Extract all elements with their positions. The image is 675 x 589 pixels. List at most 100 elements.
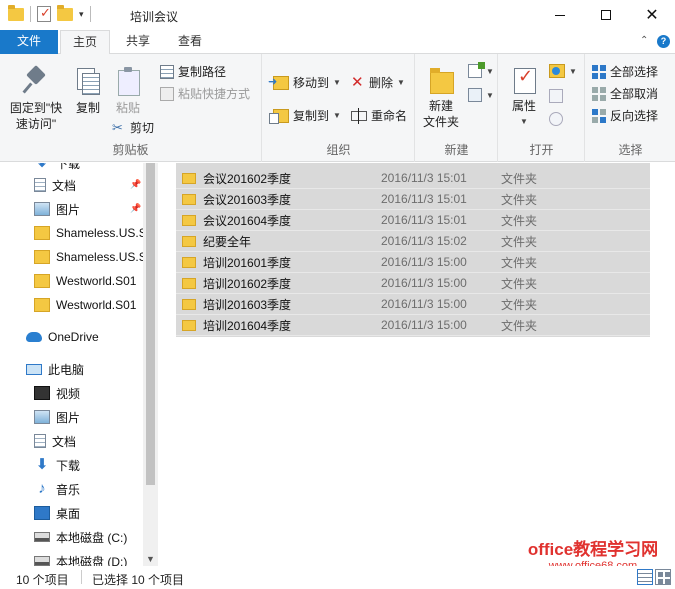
nav-item-documents[interactable]: 文档 📌	[0, 173, 143, 197]
select-none-button[interactable]: 全部取消	[592, 85, 658, 102]
ribbon-tabs: 文件 主页 共享 查看 ⌃ ?	[0, 30, 675, 55]
new-item-button[interactable]: ▼	[468, 62, 494, 78]
table-row[interactable]: 培训201603季度 2016/11/3 15:00 文件夹	[176, 294, 650, 315]
video-icon	[34, 386, 50, 400]
title-bar: ▾ 培训会议 ✕	[0, 0, 675, 30]
maximize-button[interactable]	[583, 0, 629, 30]
nav-item-pictures[interactable]: 图片 📌	[0, 197, 143, 221]
cut-label: 剪切	[130, 121, 155, 135]
history-button[interactable]	[549, 112, 563, 126]
table-row[interactable]: 培训201604季度 2016/11/3 15:00 文件夹	[176, 315, 650, 336]
view-toggle	[637, 569, 671, 585]
properties-icon	[511, 66, 537, 96]
nav-scrollbar[interactable]: ▼	[143, 163, 158, 566]
large-icons-view-icon[interactable]	[655, 569, 671, 585]
paste-label: 粘贴	[115, 101, 140, 115]
nav-item-pictures[interactable]: 图片	[0, 405, 143, 429]
nav-item-onedrive[interactable]: OneDrive	[0, 325, 143, 349]
nav-item-downloads[interactable]: ⬇ 下载	[0, 453, 143, 477]
table-row[interactable]: 会议201603季度 2016/11/3 15:01 文件夹	[176, 189, 650, 210]
window-title: 培训会议	[130, 10, 179, 24]
invert-selection-label: 反向选择	[610, 109, 659, 123]
nav-item-folder[interactable]: Shameless.US.S	[0, 221, 143, 245]
collapse-ribbon-icon[interactable]: ⌃	[640, 35, 648, 46]
chevron-down-icon[interactable]: ▾	[79, 9, 84, 20]
delete-label: 删除	[369, 76, 394, 90]
folder-icon	[34, 226, 50, 240]
details-view-icon[interactable]	[637, 569, 653, 585]
pin-quick-access-button[interactable]: 固定到"快 速访问"	[6, 66, 66, 132]
file-list: 会议201602季度 2016/11/3 15:01 文件夹 会议201603季…	[158, 163, 675, 566]
cut-button[interactable]: ✂ 剪切	[112, 119, 154, 136]
nav-item-drive-d[interactable]: 本地磁盘 (D:)	[0, 549, 143, 566]
table-row[interactable]: 会议201604季度 2016/11/3 15:01 文件夹	[176, 210, 650, 231]
nav-item-folder[interactable]: Westworld.S01	[0, 269, 143, 293]
select-all-icon	[592, 64, 606, 79]
navigation-pane: ⬇ 下载 文档 📌 图片 📌 Shameless.US.S Shameless.…	[0, 163, 158, 566]
delete-button[interactable]: ✕ 删除 ▼	[351, 74, 405, 91]
select-group-label: 选择	[618, 143, 643, 157]
divider	[81, 570, 82, 584]
paste-shortcut-button[interactable]: 粘贴快捷方式	[160, 85, 250, 102]
copy-to-button[interactable]: 复制到 ▼	[269, 107, 341, 124]
chevron-down-icon: ▼	[333, 78, 341, 87]
easy-access-button[interactable]: ▼	[468, 88, 494, 102]
tab-share[interactable]: 共享	[114, 30, 162, 54]
properties-button[interactable]: 属性 ▼	[505, 66, 543, 130]
edit-button[interactable]	[549, 89, 563, 103]
drive-icon	[34, 556, 50, 566]
paste-button[interactable]: 粘贴	[110, 66, 146, 116]
rename-button[interactable]: 重命名	[351, 107, 407, 124]
table-row[interactable]: 培训201602季度 2016/11/3 15:00 文件夹	[176, 273, 650, 294]
copy-button[interactable]: 复制	[70, 66, 106, 116]
new-folder-button[interactable]: 新建 文件夹	[420, 66, 462, 130]
folder-icon	[34, 250, 50, 264]
table-row[interactable]: 纪要全年 2016/11/3 15:02 文件夹	[176, 231, 650, 252]
new-folder-label: 新建 文件夹	[422, 99, 459, 129]
copy-label: 复制	[75, 101, 100, 115]
copy-path-button[interactable]: 复制路径	[160, 63, 226, 80]
new-folder-icon	[428, 66, 454, 94]
selected-count: 已选择 10 个项目	[92, 573, 185, 587]
nav-scrollbar-thumb[interactable]	[146, 163, 155, 485]
watermark-title: office教程学习网	[527, 540, 659, 559]
nav-item-folder[interactable]: Shameless.US.S	[0, 245, 143, 269]
chevron-down-icon[interactable]: ▼	[146, 554, 155, 564]
move-to-button[interactable]: 移动到 ▼	[268, 74, 341, 91]
tab-home[interactable]: 主页	[60, 30, 110, 55]
quick-access-toolbar: ▾	[8, 4, 91, 22]
copy-icon	[75, 66, 101, 96]
table-row[interactable]: 会议201602季度 2016/11/3 15:01 文件夹	[176, 168, 650, 189]
help-icon[interactable]: ?	[657, 35, 670, 48]
open-button[interactable]: ▼	[549, 64, 577, 78]
nav-item-this-pc[interactable]: 此电脑	[0, 357, 143, 381]
nav-item-documents[interactable]: 文档	[0, 429, 143, 453]
copy-path-icon	[160, 64, 174, 79]
onedrive-icon	[26, 332, 42, 342]
nav-item-folder[interactable]: Westworld.S01	[0, 293, 143, 317]
rename-label: 重命名	[371, 109, 408, 123]
table-row[interactable]: 培训201601季度 2016/11/3 15:00 文件夹	[176, 252, 650, 273]
nav-item-videos[interactable]: 视频	[0, 381, 143, 405]
new-folder-icon[interactable]	[57, 4, 73, 21]
nav-item-music[interactable]: ♪ 音乐	[0, 477, 143, 501]
select-all-button[interactable]: 全部选择	[592, 63, 658, 80]
properties-icon[interactable]	[37, 5, 51, 22]
rename-icon	[351, 107, 367, 124]
item-count: 10 个项目	[16, 573, 69, 587]
nav-item-drive-c[interactable]: 本地磁盘 (C:)	[0, 525, 143, 549]
tab-view[interactable]: 查看	[166, 30, 214, 54]
picture-icon	[34, 202, 50, 216]
copy-path-label: 复制路径	[178, 65, 227, 79]
invert-selection-icon	[592, 108, 606, 123]
nav-item-desktop[interactable]: 桌面	[0, 501, 143, 525]
chevron-down-icon: ▼	[486, 90, 494, 100]
invert-selection-button[interactable]: 反向选择	[592, 107, 658, 124]
tab-file[interactable]: 文件	[0, 30, 58, 54]
status-bar: 10 个项目 已选择 10 个项目	[0, 566, 675, 589]
close-button[interactable]: ✕	[629, 0, 675, 30]
picture-icon	[34, 410, 50, 424]
minimize-button[interactable]	[537, 0, 583, 30]
paste-icon	[115, 66, 141, 96]
divider	[30, 6, 31, 22]
